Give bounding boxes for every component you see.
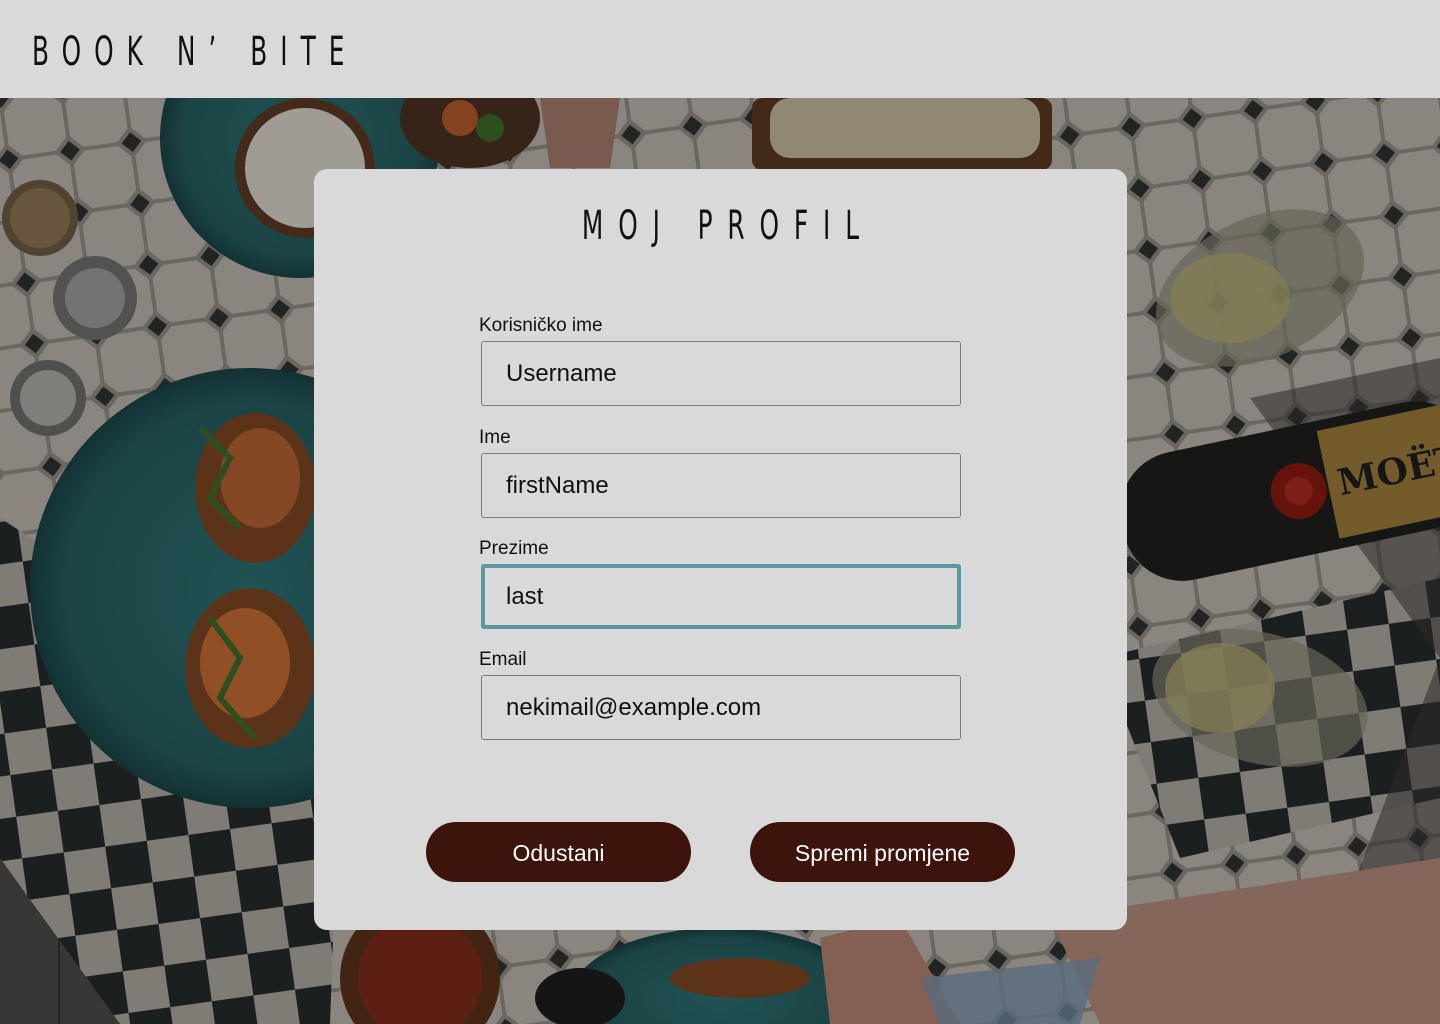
username-field[interactable] — [481, 341, 961, 406]
username-label: Korisničko ime — [479, 315, 603, 336]
last-name-label: Prezime — [479, 538, 549, 559]
brand-logo[interactable]: BOOK N’ BITE — [32, 22, 357, 82]
save-changes-button[interactable]: Spremi promjene — [750, 822, 1015, 882]
page-title: MOJ PROFIL — [0, 196, 1440, 256]
email-label: Email — [479, 649, 527, 670]
page-title-text: MOJ PROFIL — [581, 203, 874, 249]
app-root: MOËT BOOK N’ BITE MOJ PROFIL Korisničko … — [0, 0, 1440, 1024]
first-name-label: Ime — [479, 427, 511, 448]
profile-card — [314, 169, 1127, 930]
top-header: BOOK N’ BITE — [0, 0, 1440, 98]
first-name-field[interactable] — [481, 453, 961, 518]
last-name-field[interactable] — [481, 564, 961, 629]
cancel-button[interactable]: Odustani — [426, 822, 691, 882]
email-field[interactable] — [481, 675, 961, 740]
